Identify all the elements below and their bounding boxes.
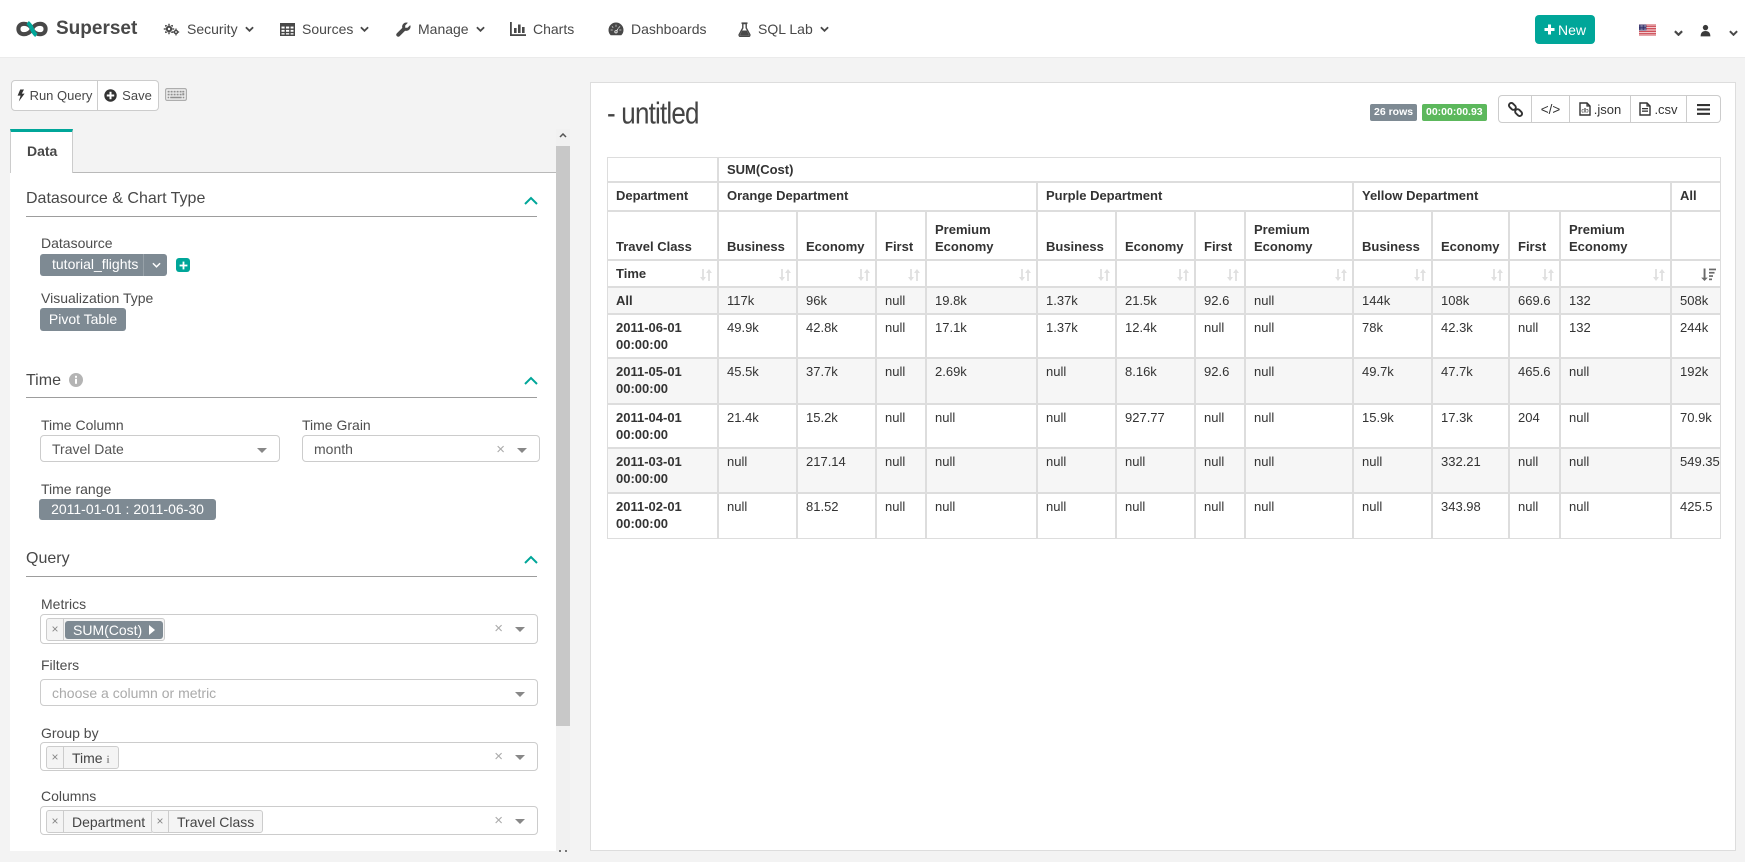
svg-text:db: db [1581,108,1589,115]
